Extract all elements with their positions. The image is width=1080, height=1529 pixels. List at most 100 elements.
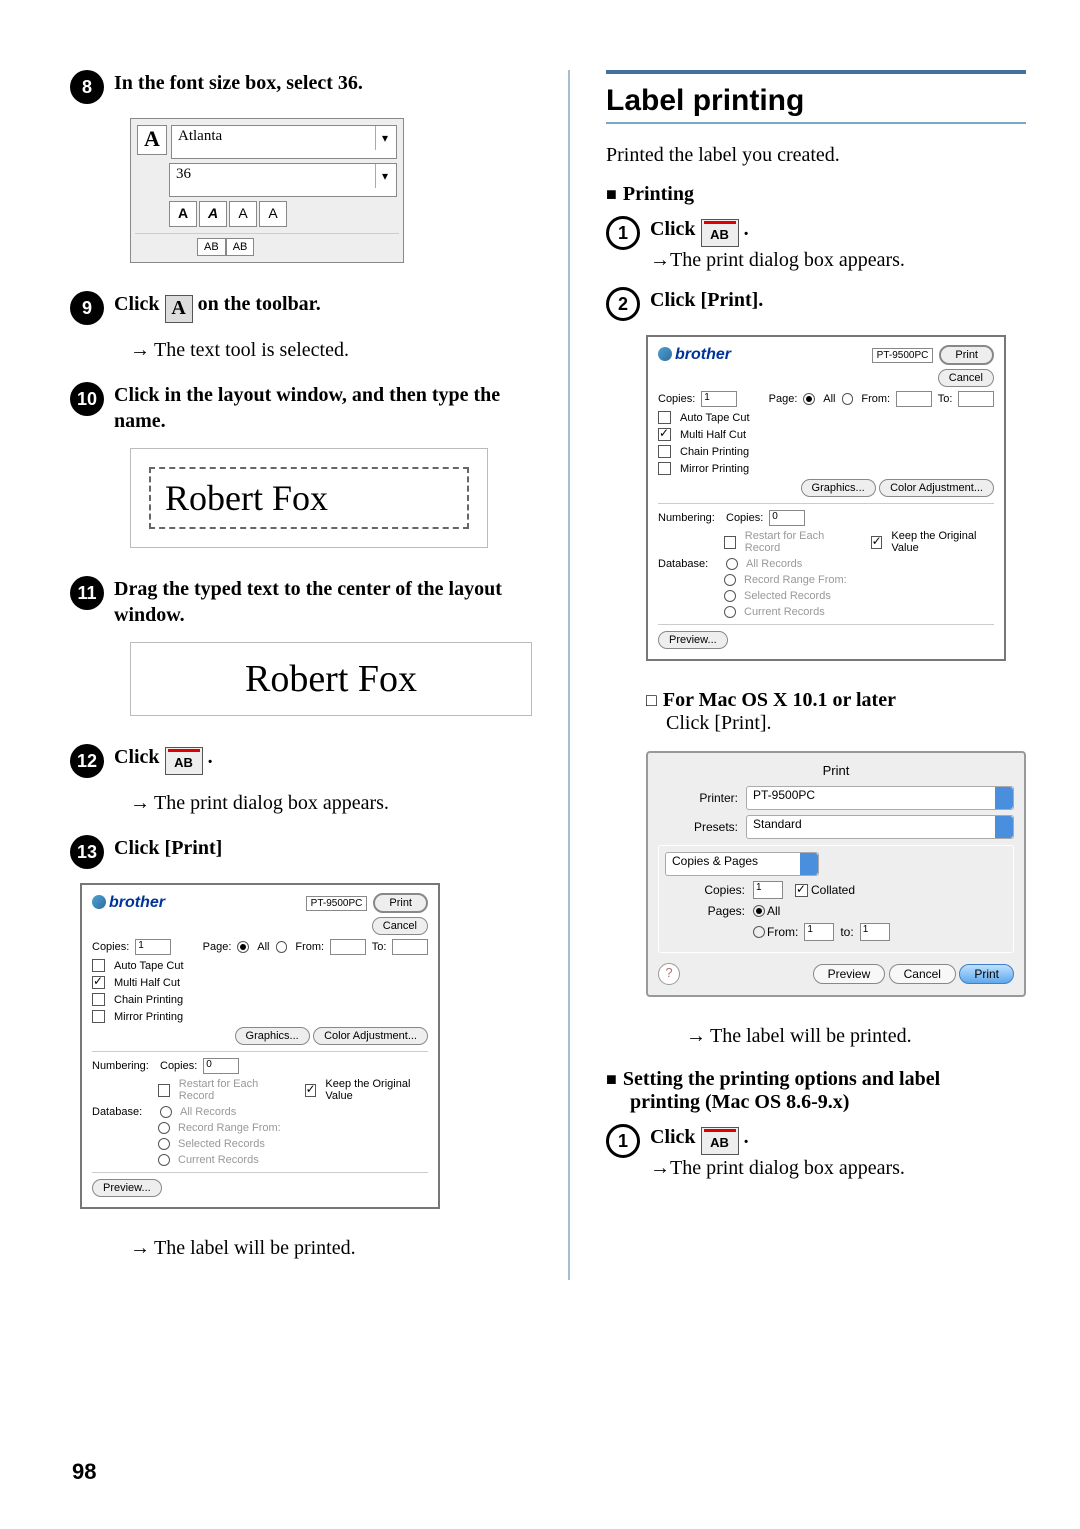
database-label: Database: <box>92 1106 154 1118</box>
preview-button[interactable]: Preview... <box>92 1179 162 1197</box>
mac-pages-label: Pages: <box>665 904 745 918</box>
db-selected-radio-r[interactable] <box>724 590 736 602</box>
page-from-radio[interactable] <box>276 941 288 953</box>
chain-printing-checkbox[interactable] <box>92 993 105 1006</box>
page-from-input[interactable] <box>330 939 366 955</box>
font-style-buttons: A A A A <box>169 201 397 227</box>
text-tool-icon[interactable]: A <box>137 125 167 155</box>
page-all-radio-r[interactable] <box>803 393 815 405</box>
cancel-button-r[interactable]: Cancel <box>938 369 994 387</box>
page-from-radio-r[interactable] <box>842 393 854 405</box>
print-ab-icon[interactable]: AB <box>165 747 203 775</box>
multi-half-cut-label-r: Multi Half Cut <box>680 429 746 441</box>
print-ab-icon-r2[interactable]: AB <box>701 1127 739 1155</box>
db-range-label-r: Record Range From: <box>744 574 847 586</box>
db-range-radio[interactable] <box>158 1122 170 1134</box>
ab-button-1[interactable]: AB <box>197 238 226 256</box>
db-current-radio-r[interactable] <box>724 606 736 618</box>
right-step-1b-body: Click AB . →The print dialog box appears… <box>650 1124 1026 1181</box>
mac-collated-checkbox[interactable] <box>795 884 808 897</box>
copies-input-r[interactable]: 1 <box>701 391 737 407</box>
style-shadow-icon[interactable]: A <box>259 201 287 227</box>
mac-to-label: to: <box>840 925 853 939</box>
style-bold-icon[interactable]: A <box>169 201 197 227</box>
num-copies-input-r[interactable]: 0 <box>769 510 805 526</box>
mirror-printing-checkbox[interactable] <box>92 1010 105 1023</box>
column-divider <box>568 70 570 1280</box>
mac-copies-input[interactable]: 1 <box>753 881 783 899</box>
print-button-r[interactable]: Print <box>939 345 994 365</box>
font-family-select[interactable]: Atlanta <box>171 125 397 159</box>
mac-print-button[interactable]: Print <box>959 964 1014 984</box>
printer-model-box-r: PT-9500PC <box>872 348 934 363</box>
graphics-button-r[interactable]: Graphics... <box>801 479 876 497</box>
style-italic-icon[interactable]: A <box>199 201 227 227</box>
preview-button-r[interactable]: Preview... <box>658 631 728 649</box>
auto-tape-cut-checkbox[interactable] <box>92 959 105 972</box>
mac-copies-label: Copies: <box>665 883 745 897</box>
db-current-radio[interactable] <box>158 1154 170 1166</box>
db-selected-label: Selected Records <box>178 1138 265 1150</box>
mac-pages-all-radio[interactable] <box>753 905 765 917</box>
mac-dialog-title: Print <box>658 763 1014 778</box>
restart-each-record-checkbox[interactable] <box>158 1084 170 1097</box>
help-icon[interactable]: ? <box>658 963 680 985</box>
step-9: 9 Click A on the toolbar. <box>70 291 532 325</box>
num-copies-input[interactable]: 0 <box>203 1058 239 1074</box>
step-10-text: Click in the layout window, and then typ… <box>114 382 532 434</box>
chain-printing-checkbox-r[interactable] <box>658 445 671 458</box>
page-all-label: All <box>257 941 269 953</box>
mac-to-input[interactable]: 1 <box>860 923 890 941</box>
copies-label-r: Copies: <box>658 393 695 405</box>
graphics-button[interactable]: Graphics... <box>235 1027 310 1045</box>
restart-each-record-checkbox-r[interactable] <box>724 536 736 549</box>
page-from-input-r[interactable] <box>896 391 932 407</box>
auto-tape-cut-checkbox-r[interactable] <box>658 411 671 424</box>
step-12-result: The print dialog box appears. <box>130 792 532 815</box>
ab-button-2[interactable]: AB <box>226 238 255 256</box>
mac-presets-select[interactable]: Standard <box>746 815 1014 839</box>
db-all-radio-r[interactable] <box>726 558 738 570</box>
page-number: 98 <box>72 1459 96 1485</box>
style-outline-icon[interactable]: A <box>229 201 257 227</box>
database-label-r: Database: <box>658 558 720 570</box>
mirror-printing-checkbox-r[interactable] <box>658 462 671 475</box>
multi-half-cut-checkbox-r[interactable] <box>658 428 671 441</box>
db-all-radio[interactable] <box>160 1106 172 1118</box>
mac-copies-pages-select[interactable]: Copies & Pages <box>665 852 819 876</box>
color-adjustment-button[interactable]: Color Adjustment... <box>313 1027 428 1045</box>
font-size-select[interactable]: 36 <box>169 163 397 197</box>
page-from-label: From: <box>295 941 324 953</box>
step-bullet-9: 9 <box>70 291 104 325</box>
mirror-printing-label: Mirror Printing <box>114 1011 183 1023</box>
keep-original-value-checkbox[interactable] <box>305 1084 317 1097</box>
page-to-input-r[interactable] <box>958 391 994 407</box>
cancel-button[interactable]: Cancel <box>372 917 428 935</box>
page-to-input[interactable] <box>392 939 428 955</box>
mac-preview-button[interactable]: Preview <box>813 964 886 984</box>
multi-half-cut-checkbox[interactable] <box>92 976 105 989</box>
chain-printing-label: Chain Printing <box>114 994 183 1006</box>
right-step-2: 2 Click [Print]. <box>606 287 1026 321</box>
step-8: 8 In the font size box, select 36. <box>70 70 532 104</box>
print-ab-icon-r1[interactable]: AB <box>701 219 739 247</box>
db-selected-radio[interactable] <box>158 1138 170 1150</box>
print-button[interactable]: Print <box>373 893 428 913</box>
typed-name-sample: Robert Fox <box>149 467 469 529</box>
mac-printer-select[interactable]: PT-9500PC <box>746 786 1014 810</box>
copies-input[interactable]: 1 <box>135 939 171 955</box>
mac-pages-from-radio[interactable] <box>753 926 765 938</box>
mac-cancel-button[interactable]: Cancel <box>889 964 956 984</box>
text-tool-a-icon[interactable]: A <box>165 295 193 323</box>
page-all-radio[interactable] <box>237 941 249 953</box>
page-label: Page: <box>203 941 232 953</box>
color-adjustment-button-r[interactable]: Color Adjustment... <box>879 479 994 497</box>
mac-from-input[interactable]: 1 <box>804 923 834 941</box>
left-column: 8 In the font size box, select 36. A Atl… <box>70 70 532 1280</box>
intro-text: Printed the label you created. <box>606 144 1026 167</box>
db-range-radio-r[interactable] <box>724 574 736 586</box>
centered-name-figure: Robert Fox <box>130 642 532 716</box>
mac-osx-header: □For Mac OS X 10.1 or later <box>646 689 1026 712</box>
keep-original-value-checkbox-r[interactable] <box>871 536 883 549</box>
right-step-1-body: Click AB . →The print dialog box appears… <box>650 216 1026 273</box>
